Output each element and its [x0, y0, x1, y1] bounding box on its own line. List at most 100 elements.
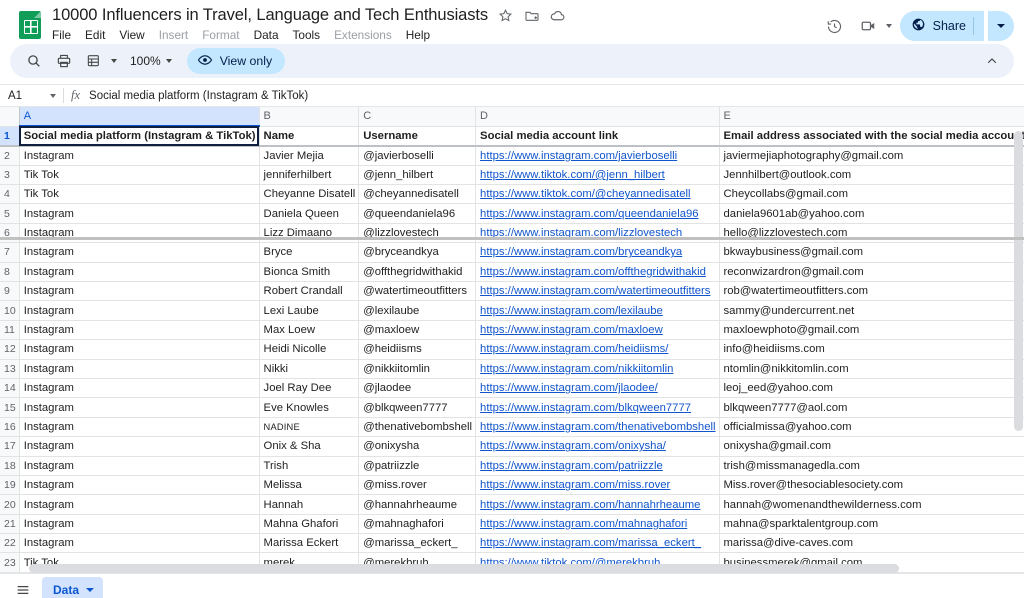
cell-name[interactable]: Melissa — [259, 475, 360, 496]
account-link[interactable]: https://www.instagram.com/patriizzle — [480, 460, 715, 472]
cell-username[interactable]: @maxloew — [358, 320, 477, 341]
cell-email[interactable]: sammy@undercurrent.net — [719, 300, 1024, 321]
row-header-4[interactable]: 4 — [0, 184, 20, 205]
cell-email[interactable]: hello@lizzlovestech.com — [719, 223, 1024, 244]
cell-name[interactable]: Trish — [259, 456, 360, 476]
cell-email[interactable]: onixysha@gmail.com — [719, 436, 1024, 457]
row-header-9[interactable]: 9 — [0, 281, 20, 302]
drive-cloud-icon[interactable] — [549, 7, 566, 24]
cell-platform[interactable]: Instagram — [19, 262, 260, 283]
cell-email[interactable]: officialmissa@yahoo.com — [719, 417, 1024, 438]
cell-email[interactable]: daniela9601ab@yahoo.com — [719, 203, 1024, 224]
cell-email[interactable]: info@heidiisms.com — [719, 339, 1024, 360]
row-header-7[interactable]: 7 — [0, 242, 20, 263]
cell-account-link[interactable]: https://www.instagram.com/bryceandkya — [475, 242, 720, 263]
cell-name[interactable]: Lizz Dimaano — [259, 223, 360, 244]
row-header-10[interactable]: 10 — [0, 300, 20, 321]
row-header-15[interactable]: 15 — [0, 397, 20, 418]
zoom-chevron-down-icon[interactable] — [165, 59, 172, 63]
row-header-24[interactable]: 24 — [0, 572, 20, 573]
cell-account-link[interactable]: https://www.instagram.com/jlaodee/ — [475, 378, 720, 399]
cell-username[interactable]: @mahnaghafori — [358, 514, 477, 535]
cell-name[interactable]: Robert Crandall — [259, 281, 360, 302]
cell-platform[interactable]: Instagram — [19, 378, 260, 399]
cell-email[interactable]: trish@missmanagedla.com — [719, 456, 1024, 476]
cell-email[interactable]: reconwizardron@gmail.com — [719, 262, 1024, 283]
cell-name[interactable]: jenniferhilbert — [259, 165, 360, 186]
row-header-16[interactable]: 16 — [0, 417, 20, 438]
column-header-c[interactable]: C — [358, 107, 477, 127]
cell-platform[interactable]: Instagram — [19, 397, 260, 418]
menu-item-insert[interactable]: Insert — [159, 28, 189, 42]
cell-username[interactable]: @lizzlovestech — [358, 223, 477, 244]
row-header-8[interactable]: 8 — [0, 262, 20, 283]
cell-name[interactable]: Joel Ray Dee — [259, 378, 360, 399]
menu-item-data[interactable]: Data — [254, 28, 279, 42]
cell-b1[interactable]: Name — [259, 126, 360, 147]
cell-username[interactable]: @heidiisms — [358, 339, 477, 360]
account-link[interactable]: https://www.instagram.com/nikkiitomlin — [480, 363, 715, 375]
meet-chevron-down-icon[interactable] — [885, 24, 892, 28]
account-link[interactable]: https://www.instagram.com/lexilaube — [480, 305, 715, 317]
menu-item-file[interactable]: File — [52, 28, 71, 42]
row-header-14[interactable]: 14 — [0, 378, 20, 399]
cell-name[interactable]: Cheyanne Disatell — [259, 184, 360, 205]
column-header-d[interactable]: D — [475, 107, 720, 127]
cell-account-link[interactable]: https://www.instagram.com/miss.rover — [475, 475, 720, 496]
cell-name[interactable]: Max Loew — [259, 320, 360, 341]
spreadsheet-grid[interactable]: A B C D E F G H I J 1 Social media platf… — [0, 107, 1024, 573]
cell-name[interactable]: Lexi Laube — [259, 300, 360, 321]
account-link[interactable]: https://www.instagram.com/watertimeoutfi… — [480, 285, 715, 297]
cell-platform[interactable]: Instagram — [19, 223, 260, 244]
account-link[interactable]: https://www.instagram.com/marissa_eckert… — [480, 537, 715, 549]
cell-email[interactable]: marissa@dive-caves.com — [719, 533, 1024, 554]
account-link[interactable]: https://www.instagram.com/bryceandkya — [480, 246, 715, 258]
filter-chevron-down-icon[interactable] — [111, 59, 117, 63]
cell-account-link[interactable]: https://www.instagram.com/blkqween7777 — [475, 397, 720, 418]
menu-item-extensions[interactable]: Extensions — [334, 28, 392, 42]
account-link[interactable]: https://www.tiktok.com/@cheyannedisatell — [480, 188, 715, 200]
account-link[interactable]: https://www.instagram.com/blkqween7777 — [480, 402, 715, 414]
cell-name[interactable]: Mahna Ghafori — [259, 514, 360, 535]
cell-username[interactable]: @jenn_hilbert — [358, 165, 477, 186]
cell-account-link[interactable]: https://www.instagram.com/offthegridwith… — [475, 262, 720, 283]
cell-name[interactable]: Daniela Queen — [259, 203, 360, 224]
cell-username[interactable]: @lexilaube — [358, 300, 477, 321]
cell-email[interactable]: Miss.rover@thesociablesociety.com — [719, 475, 1024, 496]
cell-email[interactable]: ntomlin@nikkitomlin.com — [719, 359, 1024, 379]
namebox-chevron-down-icon[interactable] — [50, 93, 56, 98]
cell-username[interactable]: @offthegridwithakid — [358, 262, 477, 283]
vertical-scrollbar[interactable] — [1014, 131, 1023, 551]
cell-email[interactable]: javiermejiaphotography@gmail.com — [719, 145, 1024, 166]
sheets-logo-icon[interactable] — [14, 7, 46, 43]
cell-account-link[interactable]: https://www.tiktok.com/@jenn_hilbert — [475, 165, 720, 186]
cell-name[interactable]: Eve Knowles — [259, 397, 360, 418]
horizontal-scrollbar[interactable] — [29, 564, 1012, 573]
menu-item-edit[interactable]: Edit — [85, 28, 105, 42]
column-header-e[interactable]: E — [719, 107, 1024, 127]
cell-account-link[interactable]: https://www.instagram.com/hannahrheaume — [475, 494, 720, 515]
cell-username[interactable]: @patriizzle — [358, 456, 477, 476]
cell-c1[interactable]: Username — [358, 126, 477, 147]
cell-platform[interactable]: Instagram — [19, 300, 260, 321]
zoom-level[interactable]: 100% — [124, 54, 163, 68]
account-link[interactable]: https://www.instagram.com/javierboselli — [480, 150, 715, 162]
cell-email[interactable]: leoj_eed@yahoo.com — [719, 378, 1024, 399]
cell-platform[interactable]: Instagram — [19, 514, 260, 535]
all-sheets-menu-icon[interactable] — [8, 577, 38, 598]
cell-platform[interactable]: Instagram — [19, 494, 260, 515]
cell-platform[interactable]: Instagram — [19, 417, 260, 438]
cell-platform[interactable]: Tik Tok — [19, 184, 260, 205]
cell-account-link[interactable]: https://www.instagram.com/onixysha/ — [475, 436, 720, 457]
cell-email[interactable]: Jennhilbert@outlook.com — [719, 165, 1024, 186]
cell-name[interactable]: Onix & Sha — [259, 436, 360, 457]
document-title[interactable]: 10000 Influencers in Travel, Language an… — [52, 6, 488, 25]
cell-platform[interactable]: Instagram — [19, 145, 260, 166]
cell-username[interactable]: @marissa_eckert_ — [358, 533, 477, 554]
account-link[interactable]: https://www.instagram.com/thenativebombs… — [480, 421, 715, 433]
row-header-1[interactable]: 1 — [0, 126, 20, 147]
google-meet-camera-icon[interactable] — [854, 11, 884, 41]
cell-platform[interactable]: Instagram — [19, 242, 260, 263]
cell-account-link[interactable]: https://www.instagram.com/javierboselli — [475, 145, 720, 166]
row-header-21[interactable]: 21 — [0, 514, 20, 535]
